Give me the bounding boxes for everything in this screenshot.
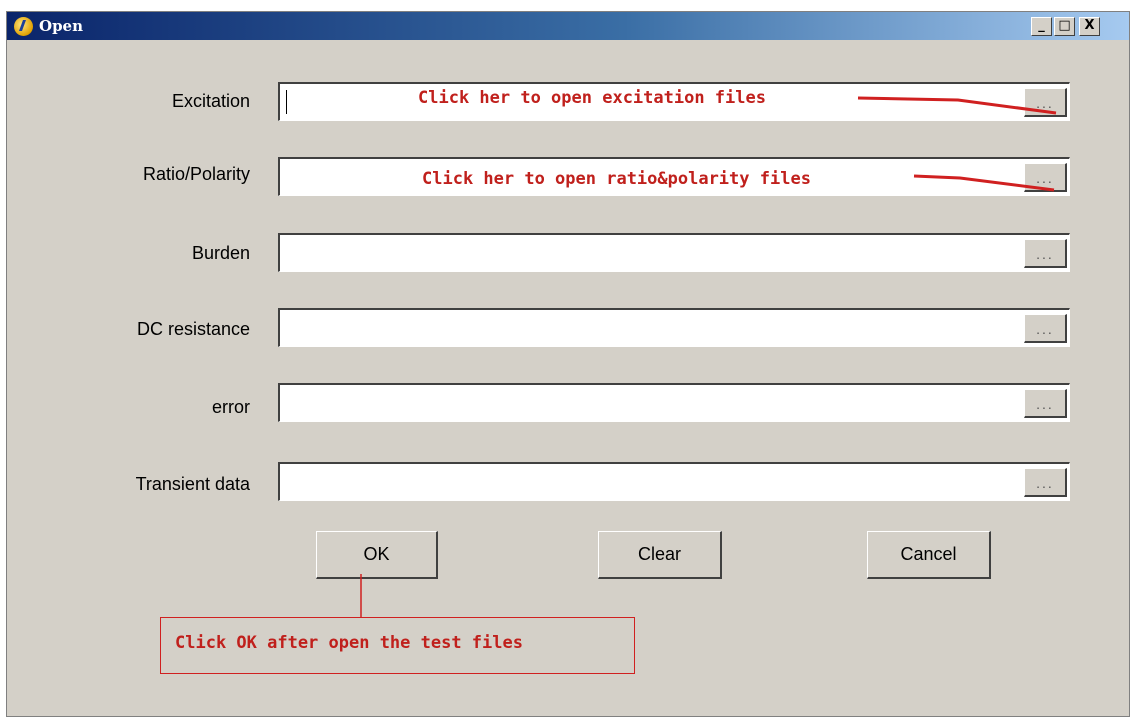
ratio-annotation: Click her to open ratio&polarity files — [422, 169, 811, 189]
clear-button[interactable]: Clear — [598, 531, 722, 579]
dc-resistance-browse-button[interactable]: ... — [1024, 314, 1067, 343]
ok-annotation-text: Click OK after open the test files — [175, 633, 523, 653]
ratio-polarity-label: Ratio/Polarity — [142, 164, 250, 184]
error-browse-button[interactable]: ... — [1024, 389, 1067, 418]
transient-data-field[interactable]: ... — [278, 462, 1070, 501]
window-title: Open — [39, 17, 84, 35]
cancel-button[interactable]: Cancel — [867, 531, 991, 579]
dc-resistance-field[interactable]: ... — [278, 308, 1070, 347]
transient-data-browse-button[interactable]: ... — [1024, 468, 1067, 497]
maximize-button[interactable]: □ — [1054, 17, 1075, 36]
minimize-button[interactable]: _ — [1031, 17, 1052, 36]
text-caret — [286, 90, 287, 114]
ratio-polarity-browse-button[interactable]: ... — [1024, 163, 1067, 192]
transient-data-label: Transient data — [135, 474, 250, 494]
close-button[interactable]: X — [1079, 17, 1100, 36]
burden-label: Burden — [191, 243, 250, 263]
app-icon — [14, 17, 33, 36]
burden-field[interactable]: ... — [278, 233, 1070, 272]
error-label: error — [211, 397, 250, 417]
error-field[interactable]: ... — [278, 383, 1070, 422]
dc-resistance-label: DC resistance — [136, 319, 250, 339]
excitation-label: Excitation — [171, 91, 250, 111]
title-bar[interactable]: Open _ □ X — [7, 12, 1129, 40]
ok-annotation-box: Click OK after open the test files — [160, 617, 635, 674]
excitation-browse-button[interactable]: ... — [1024, 88, 1067, 117]
burden-browse-button[interactable]: ... — [1024, 239, 1067, 268]
excitation-annotation: Click her to open excitation files — [418, 88, 766, 108]
ok-button[interactable]: OK — [316, 531, 438, 579]
